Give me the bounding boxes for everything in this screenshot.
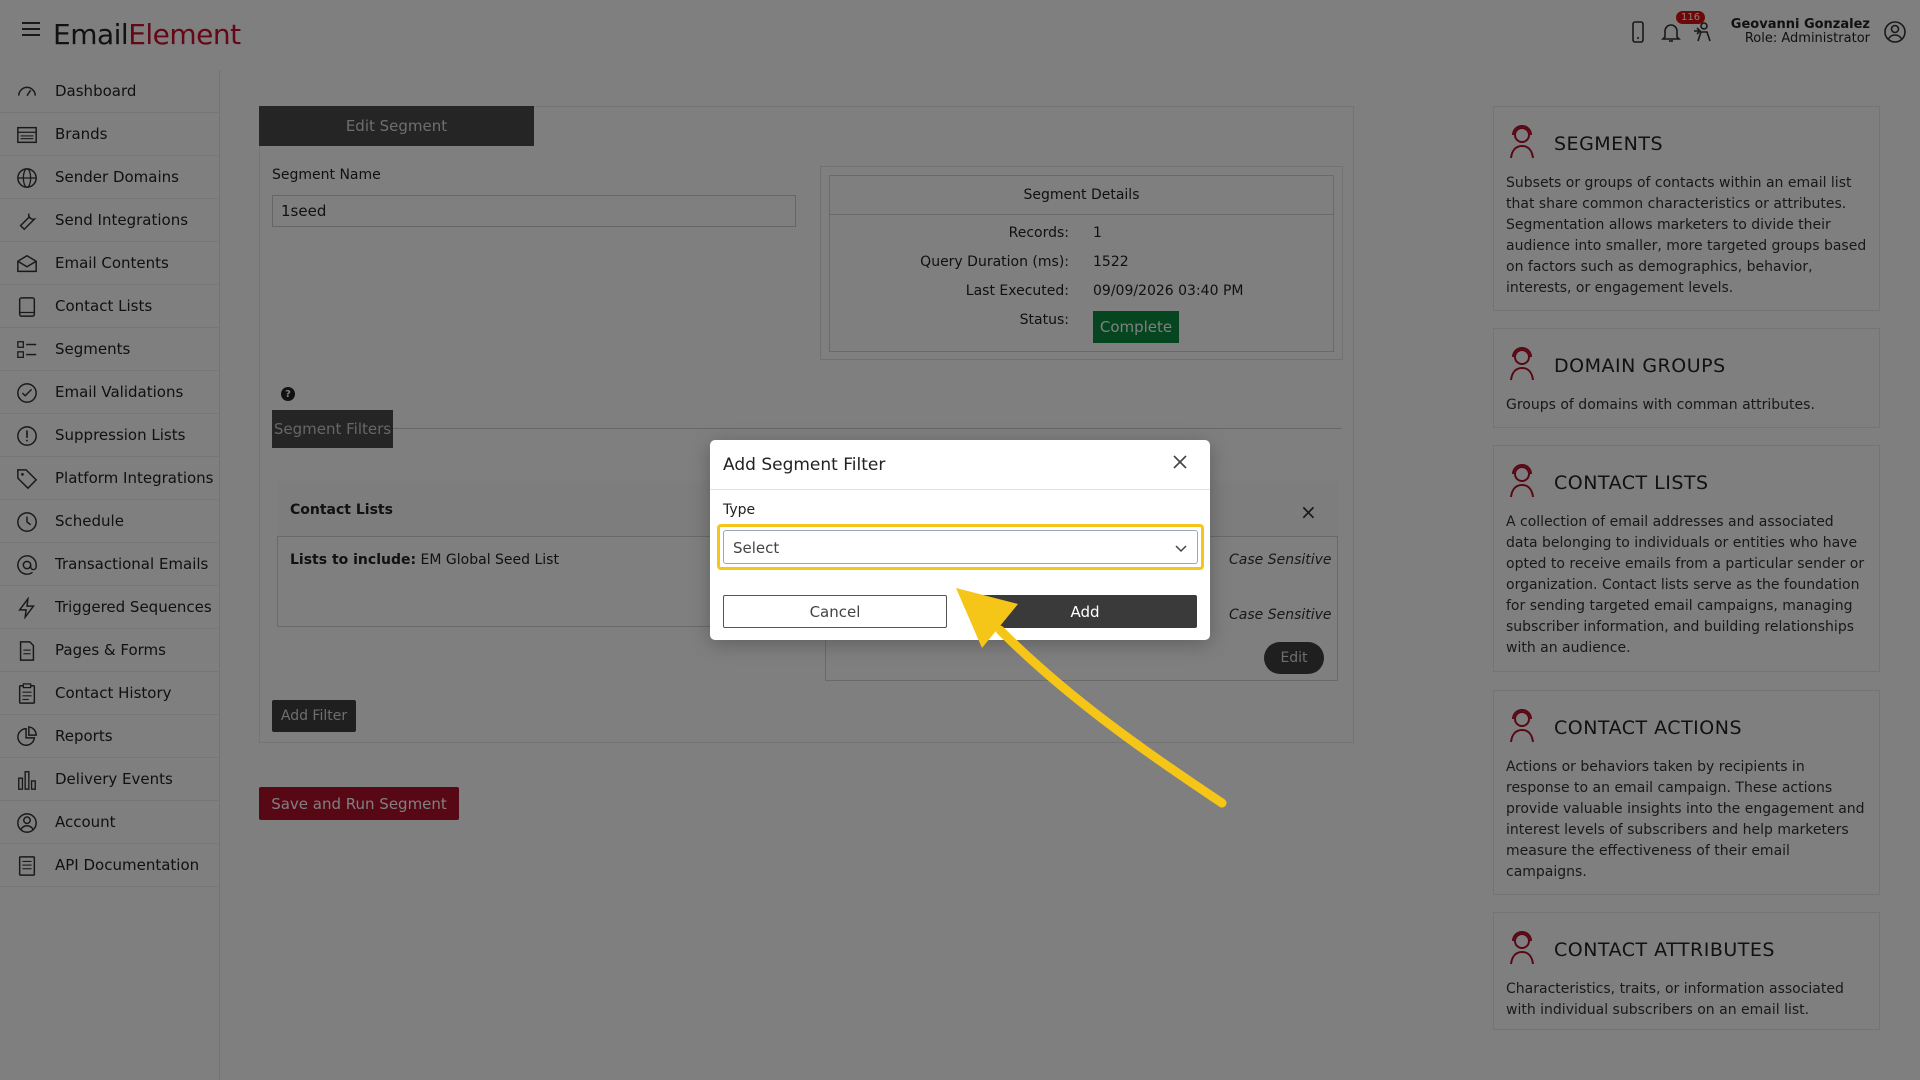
cancel-button[interactable]: Cancel (723, 595, 947, 628)
add-segment-filter-modal: Add Segment Filter Type Select Cancel Ad… (710, 440, 1210, 640)
type-select-value: Select (733, 539, 780, 557)
type-label: Type (723, 502, 756, 518)
type-select-highlight: Select (717, 524, 1204, 570)
add-button[interactable]: Add (973, 595, 1197, 628)
modal-title: Add Segment Filter (723, 455, 886, 475)
modal-header: Add Segment Filter (710, 440, 1210, 490)
close-icon[interactable] (1170, 452, 1190, 472)
type-select[interactable]: Select (723, 530, 1198, 564)
chevron-down-icon (1175, 545, 1187, 553)
